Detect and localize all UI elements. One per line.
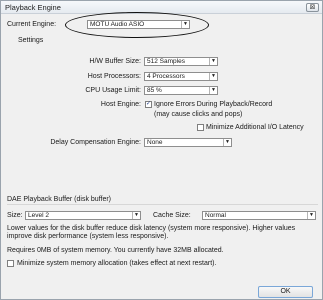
size-select[interactable]: Level 2 ▼: [25, 211, 141, 220]
chevron-down-icon: ▼: [307, 212, 315, 219]
chevron-down-icon: ▼: [209, 87, 217, 94]
hw-buffer-value: 512 Samples: [147, 58, 185, 65]
disk-buffer-description-line2: improve disk performance (system less re…: [7, 233, 169, 240]
minimize-latency-label: Minimize Additional I/O Latency: [206, 124, 304, 131]
chevron-down-icon: ▼: [209, 73, 217, 80]
ignore-errors-label: Ignore Errors During Playback/Record: [154, 101, 273, 108]
disk-buffer-description-line1: Lower values for the disk buffer reduce …: [7, 225, 296, 232]
cpu-usage-value: 85 %: [147, 87, 162, 94]
settings-group-label: Settings: [18, 37, 44, 44]
ok-button[interactable]: OK: [258, 286, 313, 298]
playback-engine-dialog: Playback Engine ⊠ Current Engine: MOTU A…: [0, 0, 323, 300]
highlight-oval: [65, 12, 209, 38]
ignore-errors-checkbox[interactable]: ✓: [145, 101, 152, 108]
minimize-memory-checkbox[interactable]: [7, 260, 14, 267]
cache-size-label: Cache Size:: [153, 212, 191, 219]
delay-comp-value: None: [147, 139, 163, 146]
chevron-down-icon: ▼: [209, 58, 217, 65]
size-label: Size:: [7, 212, 23, 219]
delay-comp-label: Delay Compensation Engine:: [50, 139, 141, 146]
host-engine-label: Host Engine:: [100, 101, 141, 108]
cpu-usage-select[interactable]: 85 % ▼: [144, 86, 218, 95]
checkmark-icon: ✓: [146, 101, 152, 107]
host-processors-label: Host Processors:: [87, 73, 141, 80]
cache-size-select[interactable]: Normal ▼: [202, 211, 316, 220]
chevron-down-icon: ▼: [223, 139, 231, 146]
current-engine-label: Current Engine:: [7, 21, 57, 28]
hw-buffer-select[interactable]: 512 Samples ▼: [144, 57, 218, 66]
minimize-latency-checkbox[interactable]: [197, 124, 204, 131]
delay-comp-select[interactable]: None ▼: [144, 138, 232, 147]
memory-status-text: Requires 0MB of system memory. You curre…: [7, 247, 224, 254]
close-button[interactable]: ⊠: [306, 3, 319, 12]
minimize-memory-label: Minimize system memory allocation (takes…: [17, 260, 217, 267]
cache-size-value: Normal: [205, 212, 226, 219]
host-processors-select[interactable]: 4 Processors ▼: [144, 72, 218, 81]
dae-group-divider: [7, 204, 318, 205]
dae-group-label: DAE Playback Buffer (disk buffer): [7, 196, 112, 203]
ignore-errors-note: (may cause clicks and pops): [154, 111, 243, 118]
window-title: Playback Engine: [5, 3, 61, 12]
host-processors-value: 4 Processors: [147, 73, 185, 80]
chevron-down-icon: ▼: [132, 212, 140, 219]
hw-buffer-label: H/W Buffer Size:: [89, 58, 141, 65]
cpu-usage-label: CPU Usage Limit:: [85, 87, 141, 94]
size-value: Level 2: [28, 212, 49, 219]
